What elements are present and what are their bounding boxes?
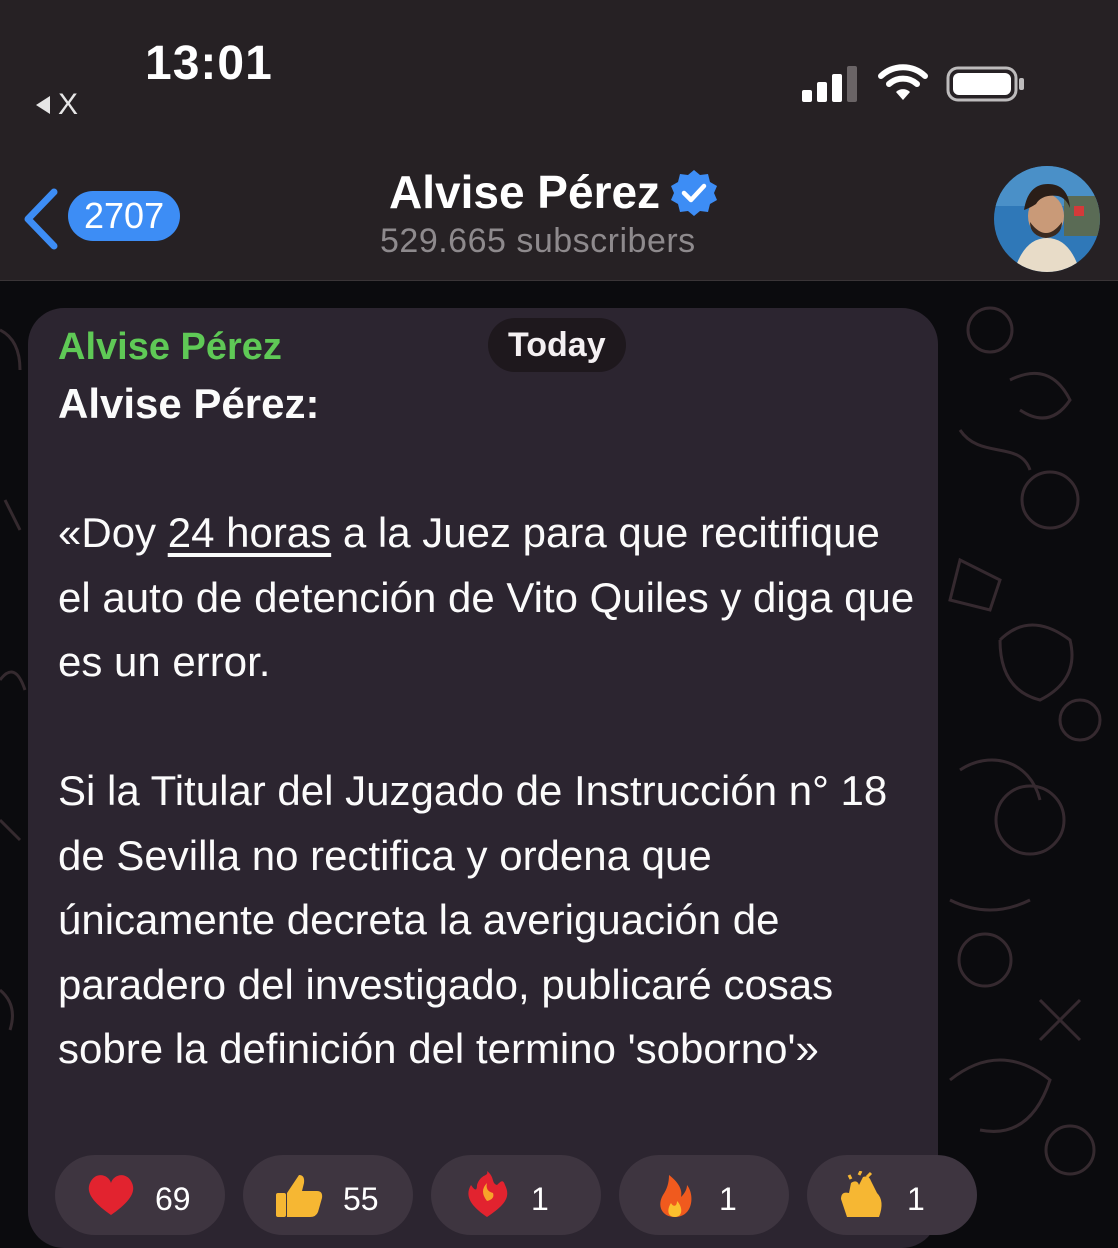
reaction-count: 1 (531, 1181, 549, 1217)
channel-name: Alvise Pérez (389, 166, 661, 218)
message-paragraph-2: Si la Titular del Juzgado de Instrucción… (58, 767, 888, 1072)
fire-emoji-icon (660, 1175, 692, 1217)
channel-title[interactable]: Alvise Pérez (389, 165, 718, 219)
reaction-thumbs-up[interactable]: 55 (243, 1155, 413, 1235)
date-pill: Today (488, 318, 626, 372)
battery-icon (946, 66, 1024, 102)
reaction-count: 69 (155, 1181, 191, 1217)
heart-emoji-icon (88, 1175, 134, 1215)
top-bar: 13:01 X 2707 Alvise Pérez 529.665 subscr… (0, 0, 1118, 281)
reaction-count: 1 (907, 1181, 925, 1217)
channel-avatar[interactable] (994, 166, 1100, 272)
status-time: 13:01 (145, 37, 273, 90)
thumbs-up-emoji-icon (276, 1175, 323, 1217)
message-paragraph-1: «Doy 24 horas a la Juez para que recitif… (58, 501, 918, 695)
verified-badge-icon (671, 170, 718, 216)
cellular-signal-icon (802, 66, 857, 102)
unread-count-badge[interactable]: 2707 (68, 191, 181, 241)
reaction-clapping-hands[interactable]: 1 (807, 1155, 977, 1235)
back-triangle-icon (36, 96, 50, 114)
back-chevron-icon[interactable] (20, 188, 60, 250)
heart-on-fire-emoji-icon (468, 1171, 508, 1217)
reaction-count: 55 (343, 1181, 379, 1217)
wifi-icon (878, 64, 928, 100)
message-text-segment: «Doy (58, 509, 168, 556)
reaction-count: 1 (719, 1181, 737, 1217)
message-bubble[interactable]: Alvise Pérez Today Alvise Pérez: «Doy 24… (28, 308, 938, 1248)
message-heading: Alvise Pérez: (58, 380, 320, 427)
clapping-hands-emoji-icon (841, 1171, 882, 1217)
reaction-heart-on-fire[interactable]: 1 (431, 1155, 601, 1235)
subscriber-count: 529.665 subscribers (380, 222, 696, 260)
duration-link[interactable]: 24 horas (168, 509, 331, 556)
message-text: Alvise Pérez: «Doy 24 horas a la Juez pa… (58, 372, 918, 1082)
back-to-app-link[interactable]: X (36, 88, 78, 122)
reactions-row: 69 55 1 1 1 (55, 1155, 977, 1235)
reaction-heart[interactable]: 69 (55, 1155, 225, 1235)
back-app-label: X (58, 88, 79, 121)
message-sender-name[interactable]: Alvise Pérez (58, 326, 282, 369)
reaction-fire[interactable]: 1 (619, 1155, 789, 1235)
